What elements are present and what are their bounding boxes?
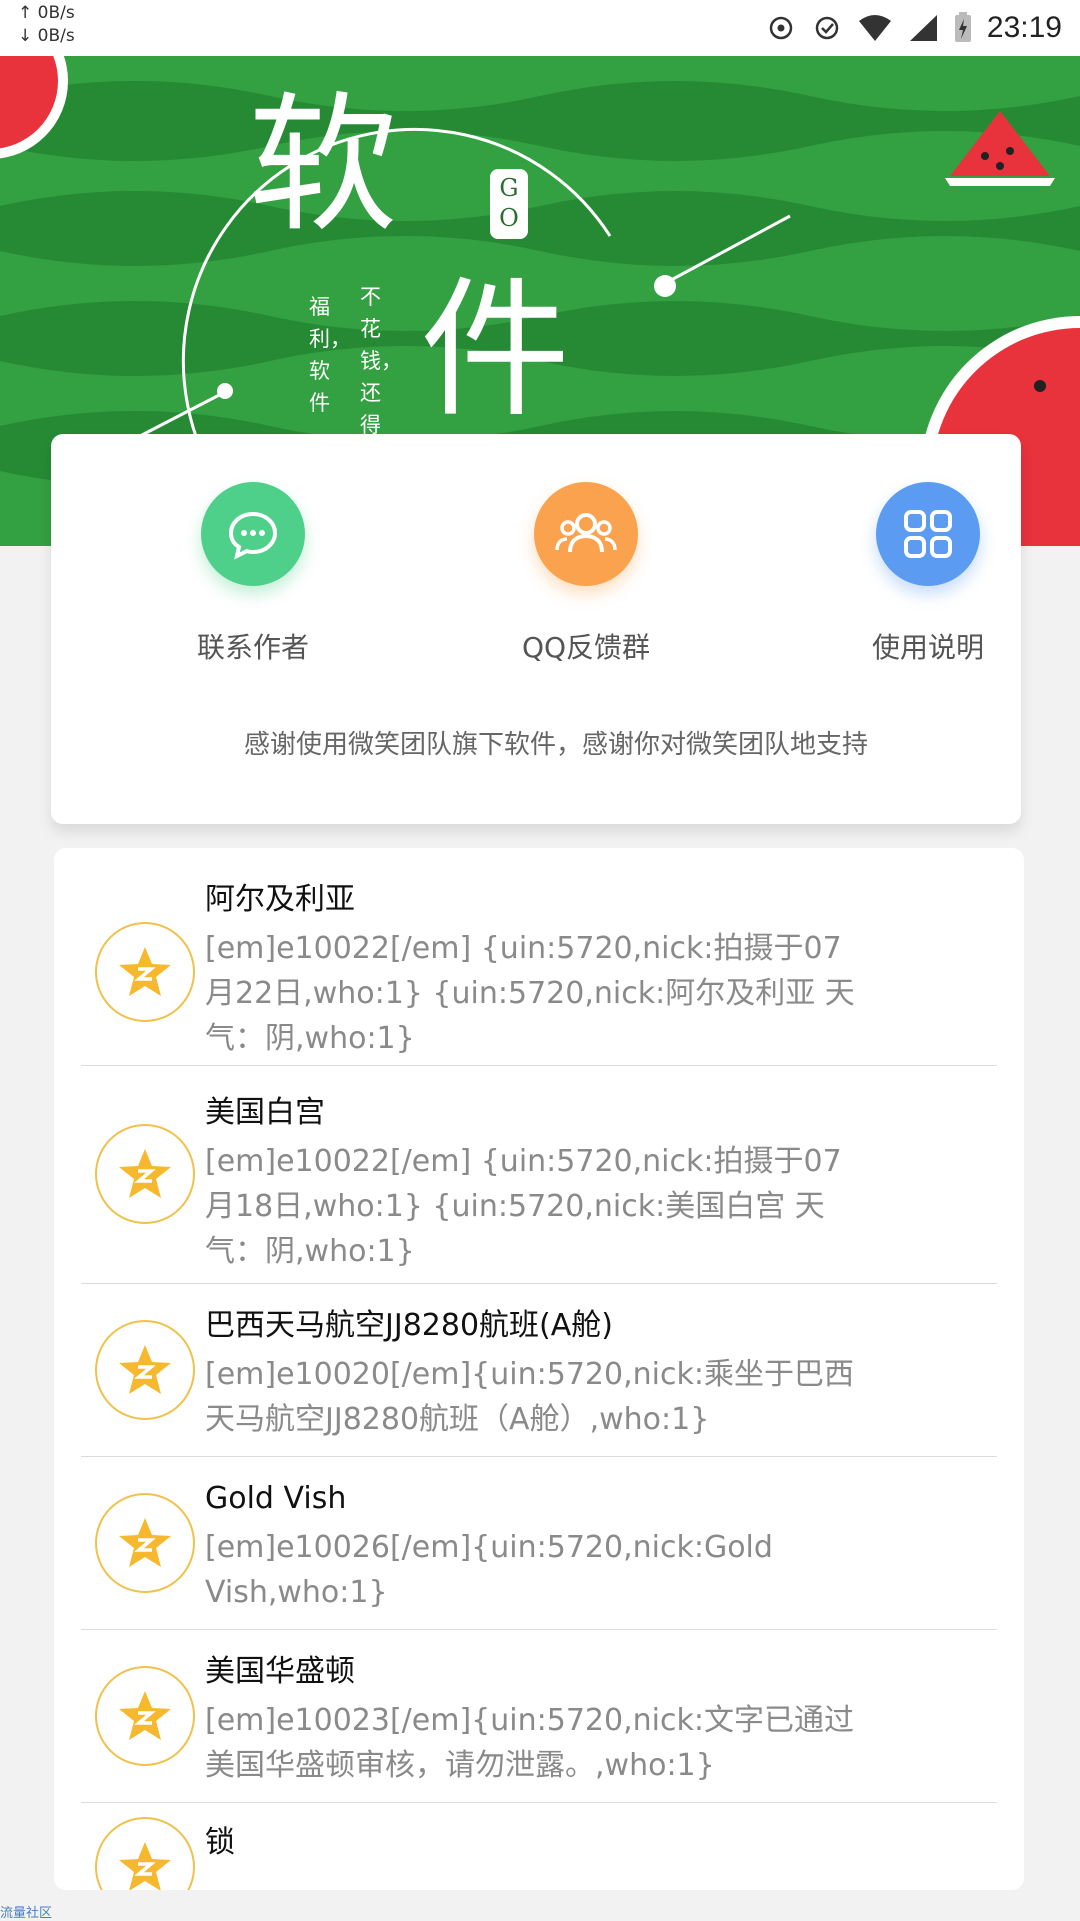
list-item[interactable]: 美国华盛顿 [em]e10023[/em]{uin:5720,nick:文字已通… (81, 1630, 997, 1803)
list-item[interactable]: 锁 (81, 1803, 997, 1890)
qq-star-badge-icon (95, 922, 195, 1022)
list-item[interactable]: 美国白宫 [em]e10022[/em] {uin:5720,nick:拍摄于0… (81, 1066, 997, 1284)
list-item[interactable]: Gold Vish [em]e10026[/em]{uin:5720,nick:… (81, 1457, 997, 1630)
contact-author-button[interactable]: 联系作者 (143, 482, 363, 666)
qq-star-badge-icon (95, 1817, 195, 1890)
item-title: Gold Vish (205, 1481, 347, 1516)
item-description: [em]e10022[/em] {uin:5720,nick:拍摄于07月22日… (205, 931, 855, 1056)
item-list: 阿尔及利亚 [em]e10022[/em] {uin:5720,nick:拍摄于… (54, 848, 1024, 1890)
item-title: 巴西天马航空JJ8280航班(A舱) (205, 1308, 613, 1343)
sync-icon (769, 16, 793, 40)
group-icon (555, 513, 617, 553)
item-description: [em]e10022[/em] {uin:5720,nick:拍摄于07月18日… (205, 1144, 842, 1269)
upload-speed: ↑ 0B/s (18, 3, 75, 23)
action-circle (876, 482, 980, 586)
qq-star-badge-icon (95, 1124, 195, 1224)
qq-feedback-group-button[interactable]: QQ反馈群 (476, 482, 696, 666)
banner-vertical-text-2: 不花钱，还得 (360, 285, 402, 437)
qq-star-badge-icon (95, 1493, 195, 1593)
action-label: 使用说明 (871, 631, 984, 664)
banner-vertical-text-1: 福利，软件 (309, 295, 351, 415)
network-speed: ↑ 0B/s ↓ 0B/s (18, 2, 75, 48)
item-description: [em]e10026[/em]{uin:5720,nick:Gold Vish,… (205, 1530, 773, 1610)
item-description: [em]e10023[/em]{uin:5720,nick:文字已通过美国华盛顿… (205, 1703, 854, 1783)
quick-actions-card: 联系作者 QQ反馈群 使用说明 感谢使用微笑团队旗下软件，感谢你对微笑团队地支持 (51, 434, 1021, 824)
action-circle (201, 482, 305, 586)
item-description: [em]e10020[/em]{uin:5720,nick:乘坐于巴西天马航空J… (205, 1357, 854, 1437)
cell-signal-icon (909, 15, 937, 41)
thanks-text: 感谢使用微笑团队旗下软件，感谢你对微笑团队地支持 (243, 730, 868, 760)
grid-apps-icon (904, 510, 952, 558)
list-item[interactable]: 阿尔及利亚 [em]e10022[/em] {uin:5720,nick:拍摄于… (81, 848, 997, 1066)
banner-word-2: 件 (420, 264, 571, 438)
download-speed: ↓ 0B/s (18, 26, 75, 46)
action-label: QQ反馈群 (521, 631, 651, 664)
action-circle (534, 482, 638, 586)
usage-instructions-button[interactable]: 使用说明 (818, 482, 1038, 666)
battery-charging-icon (954, 12, 971, 42)
status-bar: ↑ 0B/s ↓ 0B/s 23:19 (0, 0, 1080, 56)
chat-bubble-icon (228, 511, 278, 560)
qq-star-badge-icon (95, 1320, 195, 1420)
item-title: 阿尔及利亚 (205, 882, 355, 917)
item-title: 美国白宫 (205, 1095, 325, 1130)
go-tag: G O (490, 169, 528, 239)
action-label: 联系作者 (196, 631, 309, 664)
wifi-icon (858, 15, 891, 41)
clock: 23:19 (986, 11, 1062, 44)
item-title: 锁 (205, 1825, 235, 1860)
watermark: 流量社区 (0, 1906, 53, 1921)
item-title: 美国华盛顿 (205, 1654, 355, 1689)
banner-word-1: 软 (248, 79, 399, 253)
check-circle-icon (815, 16, 839, 40)
qq-star-badge-icon (95, 1666, 195, 1766)
status-icons: 23:19 (765, 8, 1062, 48)
list-item[interactable]: 巴西天马航空JJ8280航班(A舱) [em]e10020[/em]{uin:5… (81, 1284, 997, 1457)
